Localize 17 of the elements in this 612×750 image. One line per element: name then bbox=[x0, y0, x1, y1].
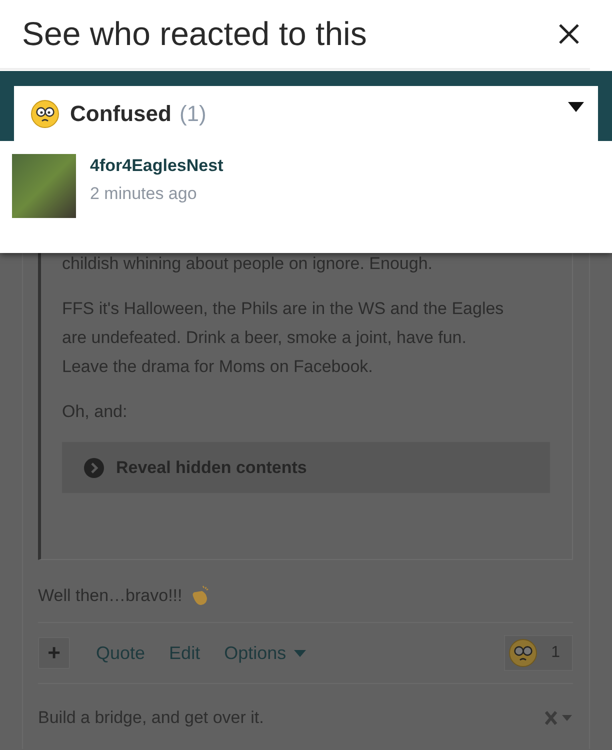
action-link[interactable]: Edit bbox=[169, 642, 200, 664]
caret-icon bbox=[568, 102, 584, 112]
reaction-label: Confused bbox=[70, 100, 172, 126]
reaction-time: 2 minutes ago bbox=[90, 184, 198, 204]
caret-icon bbox=[294, 650, 306, 656]
chevron-circle-icon bbox=[84, 458, 104, 478]
close-icon[interactable] bbox=[558, 23, 580, 45]
reaction-dropdown[interactable]: Confused (1) bbox=[14, 86, 598, 141]
reaction-count: (1) bbox=[179, 100, 206, 126]
avatar-photo-placeholder bbox=[12, 154, 76, 218]
dialog-title: See who reacted to this bbox=[22, 15, 367, 53]
add-button[interactable]: + bbox=[38, 637, 70, 669]
user-name-link[interactable]: 4for4EaglesNest bbox=[90, 156, 224, 176]
action-link[interactable]: Options bbox=[224, 642, 306, 664]
action-link[interactable]: Quote bbox=[96, 642, 146, 664]
confused-face-icon bbox=[508, 638, 538, 668]
confused-face-icon bbox=[30, 98, 60, 128]
